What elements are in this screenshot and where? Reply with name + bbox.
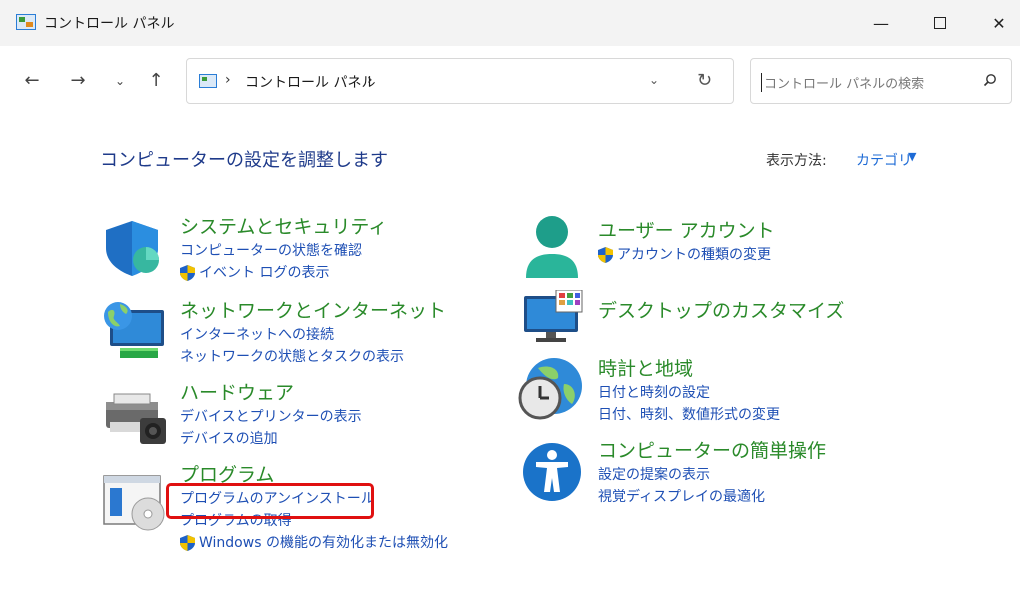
category-link[interactable]: ネットワークの状態とタスクの表示 <box>180 346 446 368</box>
category-link[interactable]: 設定の提案の表示 <box>598 464 826 486</box>
category-clock-region: 時計と地域 日付と時刻の設定 日付、時刻、数値形式の変更 <box>598 356 780 426</box>
category-hardware: ハードウェア デバイスとプリンターの表示 デバイスの追加 <box>180 380 362 450</box>
recent-locations-button[interactable]: ⌄ <box>108 74 132 88</box>
category-link[interactable]: デバイスの追加 <box>180 428 362 450</box>
category-link[interactable]: アカウントの種類の変更 <box>598 244 775 266</box>
category-link[interactable]: 日付と時刻の設定 <box>598 382 780 404</box>
category-link[interactable]: インターネットへの接続 <box>180 324 446 346</box>
category-title[interactable]: 時計と地域 <box>598 356 780 382</box>
category-title[interactable]: コンピューターの簡単操作 <box>598 438 826 464</box>
category-appearance: デスクトップのカスタマイズ <box>598 298 844 324</box>
maximize-icon <box>934 17 946 29</box>
category-link[interactable]: Windows の機能の有効化または無効化 <box>180 532 448 554</box>
address-dropdown-icon[interactable]: ⌄ <box>649 73 659 87</box>
breadcrumb-separator[interactable]: › <box>225 72 231 88</box>
category-title[interactable]: ネットワークとインターネット <box>180 298 446 324</box>
printer-hardware-icon[interactable] <box>102 388 168 448</box>
category-title[interactable]: ユーザー アカウント <box>598 218 775 244</box>
network-globe-icon[interactable] <box>102 300 166 362</box>
category-link[interactable]: コンピューターの状態を確認 <box>180 240 387 262</box>
search-box[interactable]: コントロール パネルの検索 <box>750 58 1012 104</box>
category-title[interactable]: ハードウェア <box>180 380 362 406</box>
view-by-caret-icon[interactable]: ▼ <box>908 150 916 163</box>
category-user-accounts: ユーザー アカウント アカウントの種類の変更 <box>598 218 775 266</box>
view-by-dropdown[interactable]: カテゴリ <box>856 150 912 170</box>
category-system-security: システムとセキュリティ コンピューターの状態を確認 イベント ログの表示 <box>180 214 387 284</box>
category-link[interactable]: 日付、時刻、数値形式の変更 <box>598 404 780 426</box>
category-ease-of-access: コンピューターの簡単操作 設定の提案の表示 視覚ディスプレイの最適化 <box>598 438 826 508</box>
title-bar: コントロール パネル — ✕ <box>0 0 1020 46</box>
refresh-icon[interactable]: ↻ <box>697 70 712 91</box>
back-button[interactable]: ← <box>20 70 44 91</box>
page-title: コンピューターの設定を調整します <box>100 150 388 171</box>
category-title[interactable]: デスクトップのカスタマイズ <box>598 298 844 324</box>
window-title: コントロール パネル <box>44 16 175 32</box>
breadcrumb-separator[interactable]: › <box>367 72 373 88</box>
category-title[interactable]: システムとセキュリティ <box>180 214 387 240</box>
security-shield-icon[interactable] <box>102 218 166 278</box>
control-panel-icon <box>199 74 217 88</box>
category-link[interactable]: デバイスとプリンターの表示 <box>180 406 362 428</box>
up-button[interactable]: ↑ <box>144 70 168 91</box>
uac-shield-icon <box>180 535 195 551</box>
uac-shield-icon <box>598 247 613 263</box>
clock-globe-icon[interactable] <box>518 354 584 424</box>
programs-disc-icon[interactable] <box>102 472 166 532</box>
navigation-bar: ← → ⌄ ↑ › コントロール パネル › ⌄ ↻ コントロール パネルの検索 <box>0 46 1020 112</box>
view-by-label: 表示方法: <box>766 153 827 169</box>
accessibility-icon[interactable] <box>522 440 582 504</box>
category-network-internet: ネットワークとインターネット インターネットへの接続 ネットワークの状態とタスク… <box>180 298 446 368</box>
address-bar[interactable]: › コントロール パネル › ⌄ ↻ <box>186 58 734 104</box>
search-icon[interactable] <box>983 73 997 87</box>
control-panel-icon <box>16 14 36 30</box>
uac-shield-icon <box>180 265 195 281</box>
breadcrumb-control-panel[interactable]: コントロール パネル <box>245 72 375 92</box>
category-link[interactable]: 視覚ディスプレイの最適化 <box>598 486 826 508</box>
maximize-button[interactable] <box>911 0 969 46</box>
forward-button[interactable]: → <box>66 70 90 91</box>
minimize-button[interactable]: — <box>852 0 910 46</box>
desktop-monitor-icon[interactable] <box>522 290 584 346</box>
search-input[interactable]: コントロール パネルの検索 <box>761 73 924 92</box>
highlight-annotation <box>166 483 374 519</box>
user-account-icon[interactable] <box>522 214 582 280</box>
category-link[interactable]: イベント ログの表示 <box>180 262 387 284</box>
close-button[interactable]: ✕ <box>970 0 1020 46</box>
